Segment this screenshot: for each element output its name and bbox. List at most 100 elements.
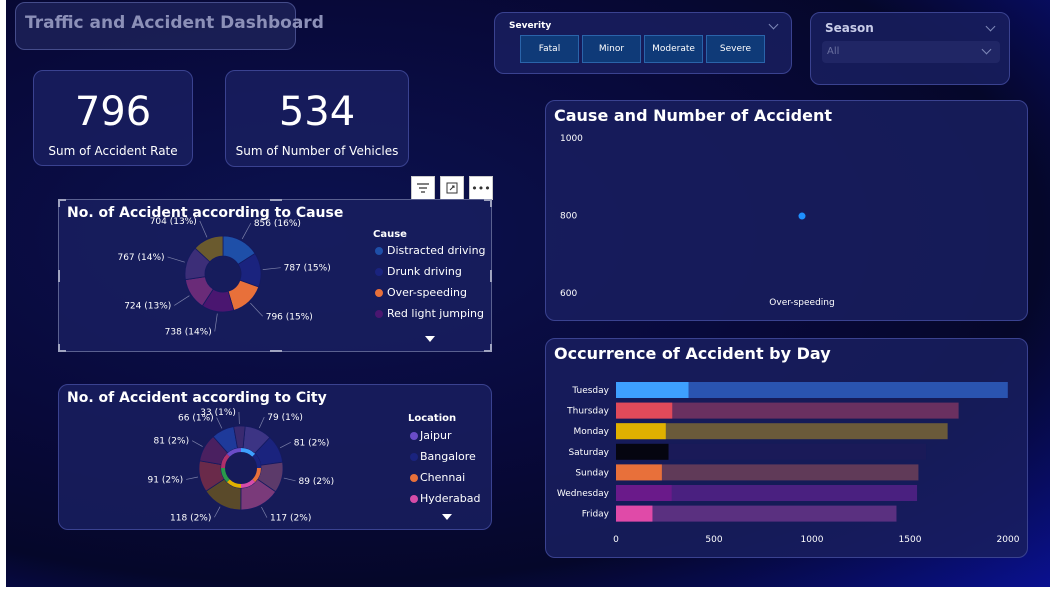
- focus-mode-icon[interactable]: [440, 176, 464, 200]
- cause-leader-line: [250, 302, 263, 317]
- city-data-label: 118 (2%): [170, 513, 211, 523]
- severity-option-severe[interactable]: Severe: [706, 35, 765, 63]
- bar-highlight: [616, 402, 673, 419]
- x-tick-label: 2000: [997, 535, 1020, 545]
- dashboard-canvas: Traffic and Accident Dashboard 796 Sum o…: [6, 0, 1050, 587]
- cause-leader-line: [174, 295, 190, 306]
- legend-item-label[interactable]: Chennai: [420, 471, 465, 484]
- legend-marker: [410, 474, 418, 482]
- city-data-label: 81 (2%): [294, 438, 330, 448]
- city-data-label: 117 (2%): [270, 514, 311, 524]
- day-bar-visual[interactable]: Occurrence of Accident by Day Tuesday Thu…: [545, 338, 1028, 558]
- bar-highlight: [616, 443, 669, 460]
- y-category-label: Thursday: [566, 407, 610, 417]
- city-leader-line: [216, 417, 223, 429]
- x-tick-label: 1000: [801, 535, 824, 545]
- legend-marker: [375, 268, 383, 276]
- legend-marker: [410, 495, 418, 503]
- legend-marker: [410, 432, 418, 440]
- cause-data-label: 856 (16%): [254, 219, 301, 229]
- legend-item-label[interactable]: Hyderabad: [420, 492, 481, 505]
- legend-item-label[interactable]: Drunk driving: [387, 265, 462, 278]
- severity-option-fatal[interactable]: Fatal: [520, 35, 579, 63]
- chevron-down-icon[interactable]: [768, 19, 779, 30]
- city-data-label: 33 (1%): [200, 408, 236, 418]
- cause-scatter-visual[interactable]: Cause and Number of Accident 1000 800 600 O…: [545, 100, 1028, 321]
- y-category-label: Wednesday: [557, 489, 610, 499]
- bar-highlight: [616, 382, 689, 398]
- chevron-down-icon: [981, 44, 992, 55]
- kpi-vehicles-value: 534: [278, 89, 356, 135]
- city-legend-title: Location: [408, 413, 457, 424]
- kpi-accident-rate-value: 796: [74, 89, 152, 135]
- x-tick-label: 1500: [899, 535, 922, 545]
- severity-option-minor[interactable]: Minor: [582, 35, 641, 63]
- city-leader-line: [214, 506, 221, 518]
- kpi-vehicles-label: Sum of Number of Vehicles: [235, 144, 399, 158]
- legend-marker: [375, 310, 383, 318]
- city-leader-line: [283, 477, 296, 482]
- cause-scatter-chart: 1000 800 600 Over-speeding: [560, 134, 835, 308]
- bar-highlight: [616, 485, 672, 501]
- bar-highlight: [616, 423, 666, 440]
- cause-legend-title: Cause: [373, 229, 407, 240]
- legend-item-label[interactable]: Over-speeding: [387, 286, 467, 299]
- kpi-accident-rate[interactable]: 796 Sum of Accident Rate: [33, 70, 193, 166]
- y-category-label: Tuesday: [571, 386, 609, 396]
- legend-item-label[interactable]: Jaipur: [420, 429, 452, 442]
- severity-slicer-label: Severity: [509, 21, 552, 31]
- y-tick-label: 800: [560, 212, 577, 222]
- season-dropdown[interactable]: All: [822, 41, 1000, 63]
- legend-item-label[interactable]: Distracted driving: [387, 244, 486, 257]
- kpi-accident-rate-label: Sum of Accident Rate: [48, 144, 178, 158]
- city-data-label: 79 (1%): [267, 413, 303, 423]
- season-slicer-label: Season: [825, 21, 874, 35]
- city-leader-line: [258, 416, 265, 429]
- cause-data-label: 796 (15%): [266, 312, 313, 322]
- city-data-label: 91 (2%): [148, 475, 184, 485]
- cause-data-label: 704 (13%): [150, 217, 197, 227]
- severity-option-moderate[interactable]: Moderate: [644, 35, 703, 63]
- cause-leader-line: [241, 222, 252, 240]
- city-leader-line: [186, 476, 199, 480]
- more-options-icon[interactable]: •••: [469, 176, 493, 200]
- legend-marker: [375, 289, 383, 297]
- y-category-label: Friday: [582, 510, 610, 520]
- cause-leader-line: [262, 267, 281, 270]
- bar-highlight: [616, 505, 653, 522]
- cause-data-label: 767 (14%): [117, 253, 164, 263]
- cause-data-label: 787 (15%): [284, 264, 331, 274]
- cause-leader-line: [199, 220, 208, 238]
- y-category-label: Monday: [573, 427, 609, 437]
- cause-leader-line: [167, 256, 185, 263]
- x-tick-label: 500: [705, 535, 722, 545]
- cause-data-label: 724 (13%): [124, 301, 171, 311]
- season-dropdown-value: All: [827, 46, 840, 57]
- severity-slicer: Severity Fatal Minor Moderate Severe: [494, 12, 792, 74]
- cause-leader-line: [214, 313, 218, 332]
- city-donut-visual[interactable]: No. of Accident according to City 79 (1%…: [58, 384, 492, 530]
- season-slicer: Season All: [810, 12, 1010, 85]
- y-category-label: Saturday: [568, 448, 609, 458]
- legend-marker: [375, 247, 383, 255]
- bar-highlight: [616, 464, 662, 481]
- city-leader-line: [279, 442, 291, 449]
- cause-donut-visual[interactable]: No. of Accident according to Cause 856 (…: [58, 199, 492, 352]
- kpi-number-of-vehicles[interactable]: 534 Sum of Number of Vehicles: [225, 70, 409, 167]
- x-tick-label: 0: [613, 535, 619, 545]
- dashboard-title: Traffic and Accident Dashboard: [25, 13, 324, 33]
- scatter-point: [798, 212, 806, 220]
- bar-total: [616, 505, 897, 522]
- dashboard-title-card: Traffic and Accident Dashboard: [15, 2, 324, 50]
- legend-scroll-down-icon[interactable]: [442, 514, 452, 520]
- chevron-down-icon[interactable]: [985, 21, 996, 32]
- city-leader-line: [191, 440, 203, 447]
- filter-icon[interactable]: [411, 176, 435, 200]
- y-category-label: Sunday: [575, 468, 609, 478]
- city-data-label: 89 (2%): [299, 477, 335, 487]
- legend-item-label[interactable]: Bangalore: [420, 450, 476, 463]
- legend-marker: [410, 453, 418, 461]
- day-bar-chart: Tuesday Thursday Monday Saturday Sunday Wedne…: [557, 382, 1020, 545]
- legend-scroll-down-icon[interactable]: [425, 336, 435, 342]
- legend-item-label[interactable]: Red light jumping: [387, 307, 484, 320]
